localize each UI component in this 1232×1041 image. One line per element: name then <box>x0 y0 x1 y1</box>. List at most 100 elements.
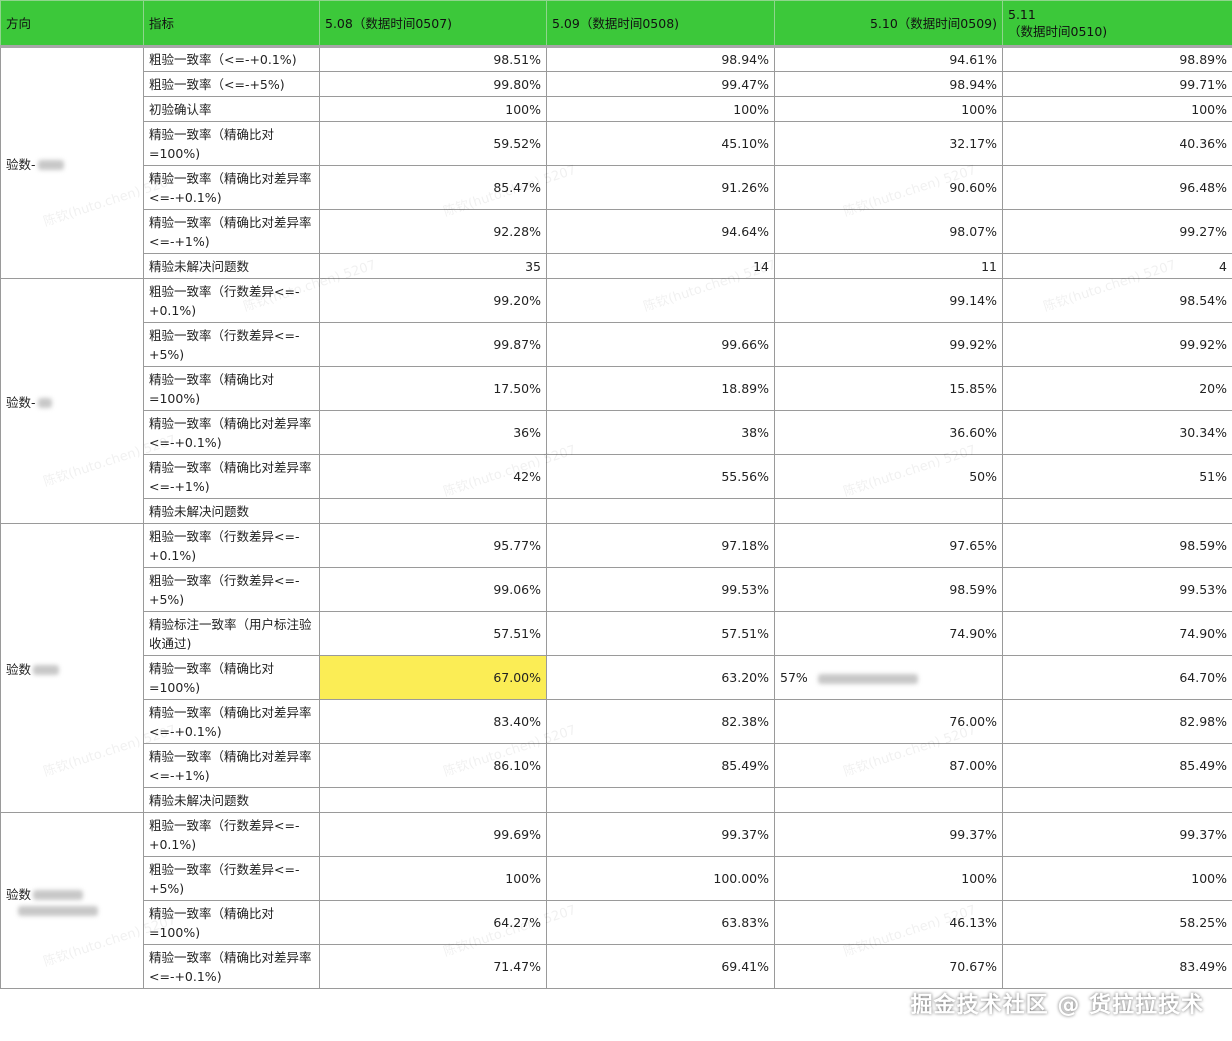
table-row: 精验未解决问题数 <box>1 787 1232 813</box>
header-row: 方向 指标 5.08（数据时间0507) 5.09（数据时间0508) 5.10… <box>0 0 1232 48</box>
table-row: 精验一致率（精确比对差异率<=-+1%) 86.10% 85.49% 87.00… <box>1 743 1232 788</box>
value-cell: 85.49% <box>546 743 775 788</box>
value-cell: 4 <box>1002 253 1232 279</box>
redacted-text <box>33 890 84 900</box>
header-date-0510: 5.10（数据时间0509) <box>774 0 1003 48</box>
value-cell: 74.90% <box>1002 611 1232 656</box>
value-cell: 100% <box>1002 96 1232 122</box>
value-cell: 17.50% <box>319 366 547 411</box>
value-cell: 82.38% <box>546 699 775 744</box>
redacted-text <box>37 398 52 408</box>
value-cell <box>319 498 547 524</box>
value-cell: 50% <box>774 454 1003 499</box>
value-cell: 76.00% <box>774 699 1003 744</box>
table-row: 粗验一致率（行数差异<=-+5%) 100% 100.00% 100% 100% <box>1 856 1232 901</box>
value-cell: 100.00% <box>546 856 775 901</box>
table-row: 精验一致率（精确比对=100%) 17.50% 18.89% 15.85% 20… <box>1 366 1232 411</box>
value-cell: 99.14% <box>774 278 1003 323</box>
value-cell-with-note: 57% <box>774 655 1003 700</box>
value-cell: 97.18% <box>546 523 775 568</box>
value-cell: 99.53% <box>1002 567 1232 612</box>
direction-cell: 验数 <box>0 523 144 813</box>
metric-cell: 精验一致率（精确比对差异率<=-+0.1%) <box>143 165 320 210</box>
table-row: 精验一致率（精确比对=100%) 59.52% 45.10% 32.17% 40… <box>1 121 1232 166</box>
table-row: 验数 粗验一致率（行数差异<=-+0.1%) 99.69% 99.37% 99.… <box>0 812 1232 989</box>
value-cell: 97.65% <box>774 523 1003 568</box>
metric-cell: 精验一致率（精确比对差异率<=-+0.1%) <box>143 699 320 744</box>
value-cell: 94.61% <box>774 46 1003 72</box>
value-cell: 99.20% <box>319 278 547 323</box>
value-cell: 64.70% <box>1002 655 1232 700</box>
table-row: 精验未解决问题数 <box>1 498 1232 524</box>
value-cell <box>774 787 1003 813</box>
value-cell: 99.80% <box>319 71 547 97</box>
table-row: 粗验一致率（<=-+5%) 99.80% 99.47% 98.94% 99.71… <box>1 71 1232 97</box>
value-cell: 36.60% <box>774 410 1003 455</box>
value-cell: 83.40% <box>319 699 547 744</box>
value-cell: 35 <box>319 253 547 279</box>
table-row: 验数- 粗验一致率（行数差异<=-+0.1%) 99.20% 99.14% 98… <box>0 278 1232 524</box>
value-cell: 30.34% <box>1002 410 1232 455</box>
table-row: 精验一致率（精确比对差异率<=-+0.1%) 85.47% 91.26% 90.… <box>1 165 1232 210</box>
metric-cell: 粗验一致率（行数差异<=-+0.1%) <box>143 523 320 568</box>
table-row: 粗验一致率（行数差异<=-+5%) 99.87% 99.66% 99.92% 9… <box>1 322 1232 367</box>
value-cell: 98.94% <box>546 46 775 72</box>
value-cell: 15.85% <box>774 366 1003 411</box>
value-cell: 42% <box>319 454 547 499</box>
metric-cell: 精验一致率（精确比对差异率<=-+1%) <box>143 743 320 788</box>
metric-cell: 精验一致率（精确比对=100%) <box>143 900 320 945</box>
value-cell: 98.89% <box>1002 46 1232 72</box>
value-cell: 69.41% <box>546 944 775 989</box>
brand-watermark: 掘金技术社区 @ 货拉拉技术 <box>910 993 1204 1018</box>
table-row: 精验一致率（精确比对差异率<=-+0.1%) 83.40% 82.38% 76.… <box>1 699 1232 744</box>
value-cell: 99.47% <box>546 71 775 97</box>
table-row: 精验一致率（精确比对差异率<=-+1%) 92.28% 94.64% 98.07… <box>1 209 1232 254</box>
value-cell <box>1002 498 1232 524</box>
value-cell: 98.59% <box>1002 523 1232 568</box>
value-cell: 57.51% <box>546 611 775 656</box>
highlighted-value-cell: 67.00% <box>319 655 547 700</box>
value-cell: 91.26% <box>546 165 775 210</box>
value-cell <box>774 498 1003 524</box>
direction-cell: 验数- <box>0 278 144 524</box>
value-cell: 55.56% <box>546 454 775 499</box>
table-row: 精验标注一致率（用户标注验收通过) 57.51% 57.51% 74.90% 7… <box>1 611 1232 656</box>
value-cell: 98.07% <box>774 209 1003 254</box>
header-metric: 指标 <box>143 0 320 48</box>
value-cell: 99.92% <box>1002 322 1232 367</box>
table-row: 精验一致率（精确比对=100%) 67.00% 63.20% 57% 64.70… <box>1 655 1232 700</box>
value-cell: 18.89% <box>546 366 775 411</box>
value-cell: 99.66% <box>546 322 775 367</box>
value-cell: 100% <box>319 96 547 122</box>
metric-cell: 粗验一致率（行数差异<=-+5%) <box>143 856 320 901</box>
direction-cell: 验数 <box>0 812 144 989</box>
metric-cell: 初验确认率 <box>143 96 320 122</box>
metric-cell: 精验一致率（精确比对差异率<=-+0.1%) <box>143 944 320 989</box>
metric-cell: 精验标注一致率（用户标注验收通过) <box>143 611 320 656</box>
value-cell: 11 <box>774 253 1003 279</box>
value-cell <box>319 787 547 813</box>
value-cell: 70.67% <box>774 944 1003 989</box>
table-row: 初验确认率 100% 100% 100% 100% <box>1 96 1232 122</box>
value-cell: 64.27% <box>319 900 547 945</box>
value-cell: 46.13% <box>774 900 1003 945</box>
value-cell: 96.48% <box>1002 165 1232 210</box>
value-cell: 90.60% <box>774 165 1003 210</box>
table-row: 精验一致率（精确比对差异率<=-+1%) 42% 55.56% 50% 51% <box>1 454 1232 499</box>
value-cell: 98.54% <box>1002 278 1232 323</box>
value-cell: 85.49% <box>1002 743 1232 788</box>
value-cell: 99.37% <box>1002 812 1232 857</box>
value-cell: 63.20% <box>546 655 775 700</box>
value-cell: 98.51% <box>319 46 547 72</box>
metric-cell: 精验未解决问题数 <box>143 787 320 813</box>
value-cell: 100% <box>774 96 1003 122</box>
value-cell: 92.28% <box>319 209 547 254</box>
value-cell: 45.10% <box>546 121 775 166</box>
header-date-0509: 5.09（数据时间0508) <box>546 0 775 48</box>
table-row: 精验一致率（精确比对差异率<=-+0.1%) 36% 38% 36.60% 30… <box>1 410 1232 455</box>
value-cell: 85.47% <box>319 165 547 210</box>
value-cell: 57.51% <box>319 611 547 656</box>
value-cell: 99.37% <box>546 812 775 857</box>
table-row: 验数 粗验一致率（行数差异<=-+0.1%) 95.77% 97.18% 97.… <box>0 523 1232 813</box>
table-row: 验数- 粗验一致率（<=-+0.1%) 98.51% 98.94% 94.61%… <box>0 46 1232 279</box>
